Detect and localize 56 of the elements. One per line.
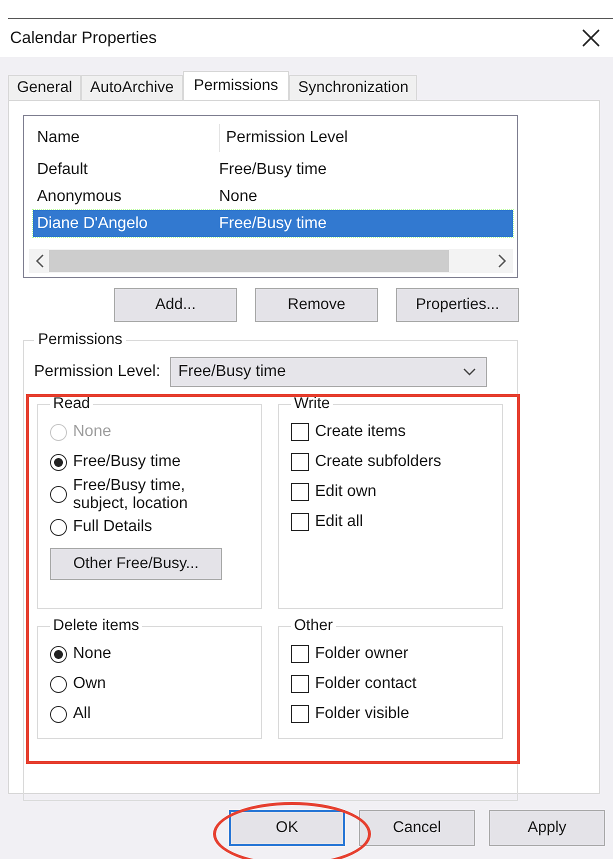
option-label: Create subfolders: [315, 453, 442, 471]
list-row[interactable]: Diane D'Angelo Free/Busy time: [33, 210, 513, 237]
scrollbar-thumb[interactable]: [49, 250, 449, 272]
group-title: Write: [293, 395, 331, 413]
column-header[interactable]: Permission Level: [220, 124, 348, 152]
dialog-button[interactable]: Remove: [255, 288, 378, 322]
dialog-button[interactable]: Cancel: [359, 810, 475, 846]
group-title: Read: [52, 395, 92, 413]
dialog-button[interactable]: Properties...: [396, 288, 519, 322]
option-label: Free/Busy time, subject, location: [73, 477, 188, 512]
option-label: Create items: [315, 423, 406, 441]
option-label: None: [73, 645, 112, 663]
other-free-busy-button[interactable]: Other Free/Busy...: [50, 548, 222, 580]
tab[interactable]: Permissions: [182, 71, 290, 100]
checkbox[interactable]: [291, 675, 309, 693]
option-label: Folder contact: [315, 675, 416, 693]
radio-button[interactable]: [50, 518, 67, 536]
dialog-button[interactable]: Apply: [489, 810, 605, 846]
group-title: Delete items: [52, 617, 140, 635]
chevron-down-icon: [463, 368, 476, 376]
option-label: All: [73, 705, 91, 723]
column-header[interactable]: Name: [33, 124, 220, 152]
tab[interactable]: Synchronization: [289, 75, 418, 100]
radio-button[interactable]: [50, 676, 67, 692]
close-icon[interactable]: [582, 29, 600, 47]
radio-button[interactable]: [50, 646, 67, 662]
list-row[interactable]: Anonymous None: [33, 183, 513, 210]
option-label: Full Details: [73, 518, 152, 536]
dialog-button[interactable]: Add...: [114, 288, 237, 322]
dialog-button[interactable]: OK: [229, 810, 345, 846]
tab[interactable]: General: [8, 75, 82, 100]
checkbox[interactable]: [291, 513, 309, 531]
checkbox[interactable]: [291, 453, 309, 471]
checkbox[interactable]: [291, 705, 309, 723]
option-label: Folder visible: [315, 705, 410, 723]
window-title: Calendar Properties: [10, 28, 157, 48]
list-row[interactable]: Default Free/Busy time: [33, 156, 513, 183]
scroll-right-icon[interactable]: [497, 254, 507, 268]
option-label: Folder owner: [315, 645, 408, 663]
option-label: None: [73, 423, 112, 441]
permission-level-dropdown[interactable]: Free/Busy time: [170, 357, 488, 387]
checkbox[interactable]: [291, 423, 309, 441]
option-label: Edit all: [315, 513, 364, 531]
scroll-left-icon[interactable]: [35, 254, 45, 268]
option-label: Edit own: [315, 483, 376, 501]
checkbox[interactable]: [291, 483, 309, 501]
checkbox[interactable]: [291, 645, 309, 663]
radio-button[interactable]: [50, 706, 67, 722]
option-label: Own: [73, 675, 106, 693]
field-label: Permission Level:: [34, 363, 160, 381]
group-title: Other: [293, 617, 334, 635]
radio-button[interactable]: [50, 454, 67, 470]
group-title: Permissions: [37, 331, 124, 349]
option-label: Free/Busy time: [73, 453, 181, 471]
radio-button[interactable]: [50, 486, 67, 504]
tab[interactable]: AutoArchive: [81, 75, 183, 100]
